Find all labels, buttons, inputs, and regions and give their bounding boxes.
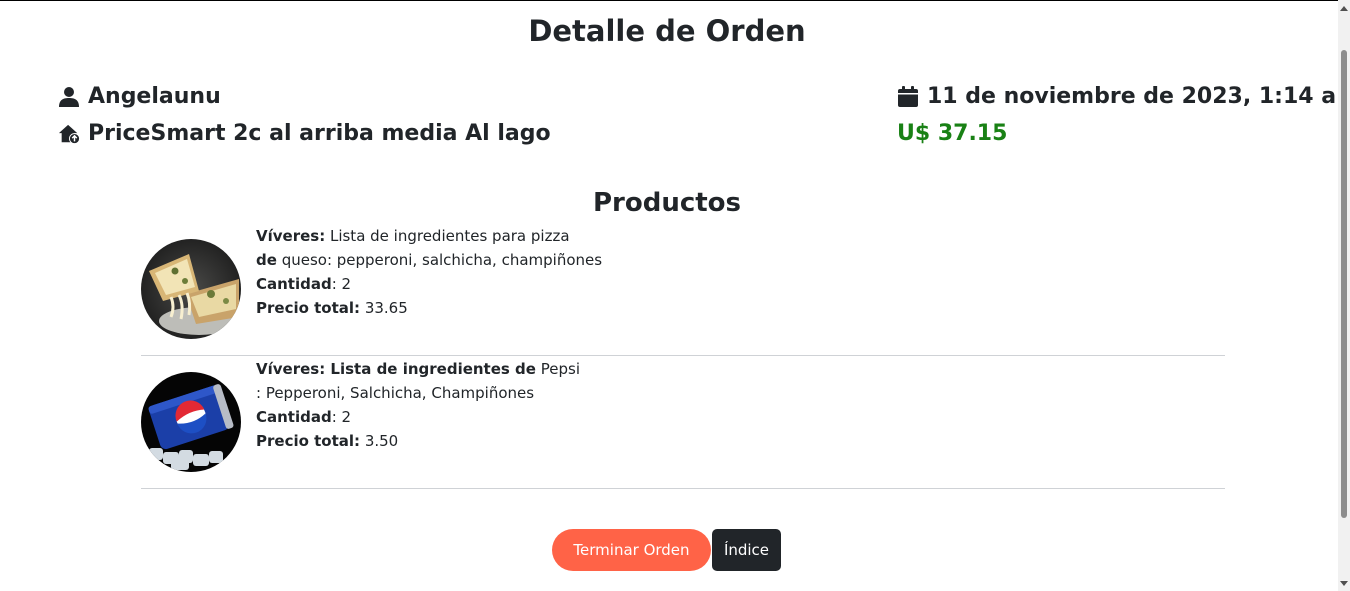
order-detail-page: Detalle de Orden Angelaunu PriceSmart 2c… <box>0 0 1350 591</box>
index-button[interactable]: Índice <box>712 529 781 571</box>
vertical-scrollbar[interactable] <box>1338 0 1350 591</box>
product-item: Víveres: Lista de ingredientes de Pepsi … <box>141 355 1225 489</box>
order-info-right: 11 de noviembre de 2023, 1:14 a. m. U$ 3… <box>897 78 1350 152</box>
date-row: 11 de noviembre de 2023, 1:14 a. m. <box>897 78 1350 115</box>
product-name: Lista de ingredientes para pizza <box>325 227 570 245</box>
home-icon <box>58 123 80 145</box>
product-description: queso: pepperoni, salchicha, champiñones <box>276 251 603 269</box>
pizza-image <box>141 239 241 339</box>
delivery-address: PriceSmart 2c al arriba media Al lago <box>88 121 551 146</box>
pepsi-image <box>141 372 241 472</box>
quantity-value: : 2 <box>331 275 352 293</box>
product-name: Pepsi <box>535 360 580 378</box>
order-total: U$ 37.15 <box>897 121 1008 146</box>
scroll-down-arrow-icon[interactable] <box>1340 581 1348 586</box>
address-row: PriceSmart 2c al arriba media Al lago <box>58 115 551 152</box>
product-details: Víveres: Lista de ingredientes de Pepsi … <box>256 357 580 453</box>
product-category-label: Víveres: <box>256 227 326 245</box>
calendar-icon <box>897 85 919 108</box>
customer-name: Angelaunu <box>88 84 221 109</box>
price-value: 3.50 <box>360 432 399 450</box>
quantity-label: Cantidad <box>256 408 332 426</box>
scroll-thumb[interactable] <box>1341 50 1347 518</box>
product-category-label: Víveres: Lista de ingredientes de <box>256 360 536 378</box>
product-details: Víveres: Lista de ingredientes para pizz… <box>256 224 602 320</box>
price-label: Precio total: <box>256 299 361 317</box>
customer-row: Angelaunu <box>58 78 551 115</box>
order-date: 11 de noviembre de 2023, 1:14 a. m. <box>927 84 1350 109</box>
price-label: Precio total: <box>256 432 361 450</box>
quantity-label: Cantidad <box>256 275 332 293</box>
product-description: : Pepperoni, Salchicha, Champiñones <box>256 384 535 402</box>
finish-order-button[interactable]: Terminar Orden <box>552 529 711 571</box>
scroll-up-arrow-icon[interactable] <box>1340 6 1348 11</box>
products-heading: Productos <box>592 188 742 218</box>
order-info-left: Angelaunu PriceSmart 2c al arriba media … <box>58 78 551 152</box>
user-icon <box>58 86 80 108</box>
quantity-value: : 2 <box>331 408 352 426</box>
page-title: Detalle de Orden <box>528 14 806 48</box>
price-value: 33.65 <box>360 299 408 317</box>
order-actions: Terminar Orden Índice <box>552 529 781 571</box>
product-item: Víveres: Lista de ingredientes para pizz… <box>141 222 1225 356</box>
product-desc-bold: de <box>256 251 277 269</box>
